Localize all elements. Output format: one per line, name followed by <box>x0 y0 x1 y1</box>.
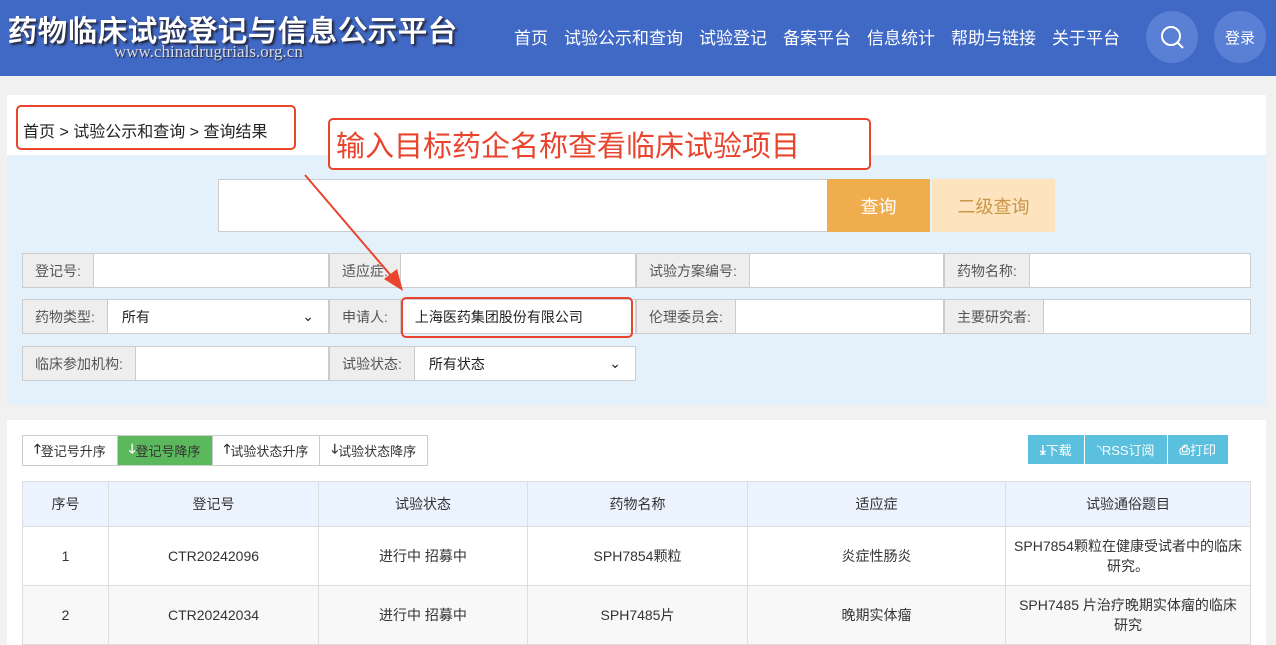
nav-help[interactable]: 帮助与链接 <box>943 24 1044 49</box>
cell-link[interactable]: CTR20242034 <box>108 585 319 645</box>
table-row[interactable]: 1 CTR20242096 进行中 招募中 SPH7854颗粒 炎症性肠炎 SPH7854… <box>22 526 1251 586</box>
field-label: 药物名称: <box>945 254 1030 287</box>
field-label: 药物类型: <box>23 300 108 333</box>
label: 打印 <box>1189 443 1216 458</box>
drug-type-select[interactable]: 药物类型: 所有 ⌄ <box>22 299 329 334</box>
trial-status-select[interactable]: 试验状态: 所有状态 ⌄ <box>329 346 636 381</box>
cell: SPH7854颗粒在健康受试者中的临床研究。 <box>1005 526 1251 586</box>
table-row[interactable]: 2 CTR20242034 进行中 招募中 SPH7485片 晚期实体瘤 SPH7485 … <box>22 585 1251 645</box>
sort-regno-desc-button[interactable]: 🡓 登记号降序 <box>117 436 213 465</box>
nav-statistics[interactable]: 信息统计 <box>859 24 943 49</box>
principal-investigator-field[interactable]: 主要研究者: <box>944 299 1251 334</box>
nav-filing[interactable]: 备案平台 <box>775 24 859 49</box>
annotation-box-breadcrumb <box>16 105 296 150</box>
cell: 炎症性肠炎 <box>747 526 1006 586</box>
cell: 进行中 招募中 <box>318 526 528 586</box>
tool-bar: ⤓ 下载 ◝ RSS订阅 ⎙ 打印 <box>1028 435 1228 464</box>
col-header: 登记号 <box>108 481 319 527</box>
login-button[interactable]: 登录 <box>1214 11 1266 63</box>
field-input[interactable] <box>736 300 943 333</box>
protocol-no-field[interactable]: 试验方案编号: <box>636 253 944 288</box>
label: RSS订阅 <box>1101 443 1155 458</box>
site-url: www.chinadrugtrials.org.cn <box>114 42 303 61</box>
select-value: 所有 <box>121 308 150 325</box>
table-header: 序号 登记号 试验状态 药物名称 适应症 试验通俗题目 <box>22 481 1251 527</box>
cell: 1 <box>22 526 109 586</box>
arrow-down-icon: 🡓 <box>128 440 136 456</box>
nav-trial-query[interactable]: 试验公示和查询 <box>556 24 691 49</box>
cell: 2 <box>22 585 109 645</box>
label: 登记号升序 <box>40 444 106 459</box>
col-header: 序号 <box>22 481 109 527</box>
field-input[interactable] <box>136 347 328 380</box>
label: 登记号降序 <box>135 444 201 459</box>
nav-trial-register[interactable]: 试验登记 <box>691 24 775 49</box>
label: 试验状态降序 <box>338 444 417 459</box>
sort-regno-asc-button[interactable]: 🡑 登记号升序 <box>23 436 118 465</box>
rss-button[interactable]: ◝ RSS订阅 <box>1084 435 1168 464</box>
field-label: 试验状态: <box>330 347 415 380</box>
indication-field[interactable]: 适应症: <box>329 253 636 288</box>
col-header: 药物名称 <box>527 481 748 527</box>
drug-name-field[interactable]: 药物名称: <box>944 253 1251 288</box>
registration-no-field[interactable]: 登记号: <box>22 253 329 288</box>
field-input[interactable] <box>401 254 635 287</box>
field-input[interactable] <box>1044 300 1250 333</box>
nav-home[interactable]: 首页 <box>506 24 556 49</box>
download-button[interactable]: ⤓ 下载 <box>1028 435 1085 464</box>
field-label: 主要研究者: <box>945 300 1044 333</box>
sort-status-asc-button[interactable]: 🡑 试验状态升序 <box>213 436 321 465</box>
annotation-box-applicant <box>401 297 633 338</box>
label: 下载 <box>1045 443 1072 458</box>
field-input[interactable] <box>1030 254 1250 287</box>
chevron-down-icon: ⌄ <box>609 355 621 371</box>
arrow-up-icon: 🡑 <box>223 440 231 456</box>
annotation-callout: 输入目标药企名称查看临床试验项目 <box>328 118 871 170</box>
results-table: 序号 登记号 试验状态 药物名称 适应症 试验通俗题目 1 CTR20242096… <box>22 481 1251 645</box>
col-header: 试验通俗题目 <box>1005 481 1251 527</box>
query-button[interactable]: 查询 <box>827 179 930 232</box>
print-icon: ⎙ <box>1179 441 1190 457</box>
field-label: 适应症: <box>330 254 401 287</box>
field-label: 登记号: <box>23 254 94 287</box>
cell: 进行中 招募中 <box>318 585 528 645</box>
field-select[interactable]: 所有状态 ⌄ <box>415 347 635 380</box>
field-label: 临床参加机构: <box>23 347 136 380</box>
field-input[interactable] <box>94 254 328 287</box>
cell: 晚期实体瘤 <box>747 585 1006 645</box>
field-input[interactable] <box>750 254 943 287</box>
search-input[interactable] <box>218 179 828 232</box>
search-button[interactable] <box>1146 11 1198 63</box>
field-label: 试验方案编号: <box>637 254 750 287</box>
sort-bar: 🡑 登记号升序 🡓 登记号降序 🡑 试验状态升序 🡓 试验状态降序 <box>22 435 429 466</box>
field-label: 申请人: <box>330 300 401 333</box>
cell-link[interactable]: CTR20242096 <box>108 526 319 586</box>
print-button[interactable]: ⎙ 打印 <box>1167 435 1228 464</box>
label: 试验状态升序 <box>230 444 309 459</box>
field-label: 伦理委员会: <box>637 300 736 333</box>
col-header: 试验状态 <box>318 481 528 527</box>
sort-status-desc-button[interactable]: 🡓 试验状态降序 <box>320 436 427 465</box>
advanced-query-button[interactable]: 二级查询 <box>932 179 1055 232</box>
cell: SPH7485片 <box>527 585 748 645</box>
nav-about[interactable]: 关于平台 <box>1044 24 1128 49</box>
header: 药物临床试验登记与信息公示平台 www.chinadrugtrials.org.… <box>0 0 1276 76</box>
field-select[interactable]: 所有 ⌄ <box>108 300 328 333</box>
col-header: 适应症 <box>747 481 1006 527</box>
cell: SPH7854颗粒 <box>527 526 748 586</box>
search-icon <box>1161 26 1184 49</box>
institution-field[interactable]: 临床参加机构: <box>22 346 329 381</box>
chevron-down-icon: ⌄ <box>302 308 314 324</box>
arrow-up-icon: 🡑 <box>34 440 41 456</box>
main-nav: 首页 试验公示和查询 试验登记 备案平台 信息统计 帮助与链接 关于平台 <box>506 24 1128 49</box>
select-value: 所有状态 <box>428 355 485 372</box>
cell: SPH7485 片治疗晚期实体瘤的临床研究 <box>1005 585 1251 645</box>
ethics-committee-field[interactable]: 伦理委员会: <box>636 299 944 334</box>
arrow-down-icon: 🡓 <box>331 440 339 456</box>
